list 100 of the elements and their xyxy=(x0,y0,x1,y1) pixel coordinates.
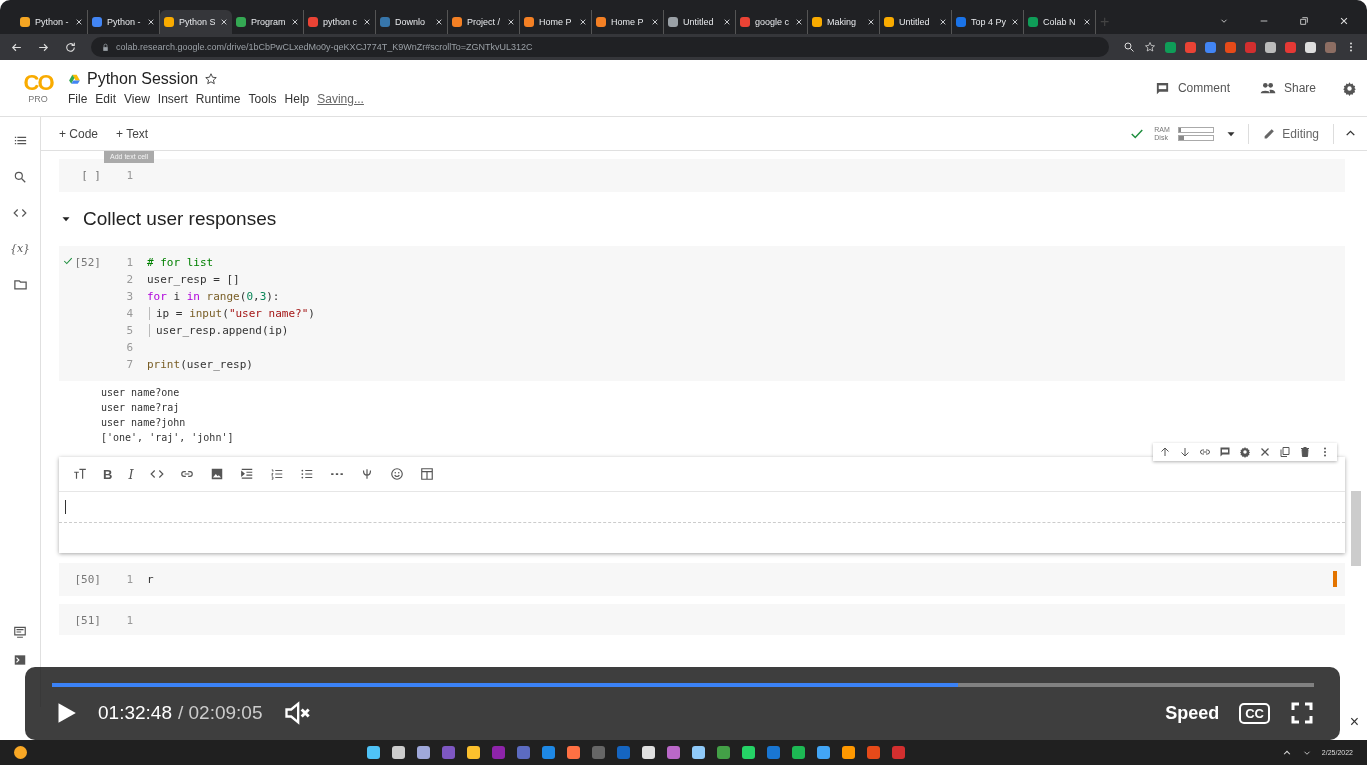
code-icon[interactable] xyxy=(13,206,27,220)
menu-item[interactable]: Edit xyxy=(95,92,117,106)
close-button[interactable]: × xyxy=(1349,713,1359,731)
code-line: ip = input("user name?") xyxy=(149,307,315,320)
execution-count[interactable]: [52] xyxy=(74,256,101,269)
snippet-icon[interactable] xyxy=(13,625,27,639)
share-button[interactable]: Share xyxy=(1255,76,1320,100)
settings-icon[interactable] xyxy=(1342,80,1357,96)
add-text-button[interactable]: + Text xyxy=(112,123,153,144)
star-icon[interactable] xyxy=(1144,41,1156,53)
layout-icon[interactable] xyxy=(419,467,434,481)
people-icon xyxy=(1259,80,1276,96)
app-icon[interactable] xyxy=(717,746,730,759)
menu-item[interactable]: Runtime xyxy=(195,92,241,106)
app-icon[interactable] xyxy=(642,746,655,759)
zoom-icon[interactable] xyxy=(1123,41,1135,53)
folder-icon[interactable] xyxy=(12,277,28,292)
captions-button[interactable]: CC xyxy=(1239,702,1270,724)
menu-item[interactable]: View xyxy=(124,92,150,106)
emoji-icon[interactable] xyxy=(389,467,404,481)
restore-icon[interactable] xyxy=(1299,16,1309,26)
text-cell-editor[interactable]: B I xyxy=(59,457,1345,553)
app-icon[interactable] xyxy=(417,746,430,759)
code-cell[interactable]: [51] 1 xyxy=(59,604,1345,635)
image-icon[interactable] xyxy=(209,467,224,481)
comment-icon[interactable] xyxy=(1219,446,1231,458)
line-number: 7 xyxy=(125,358,133,371)
text-input[interactable] xyxy=(59,491,1345,523)
save-status[interactable]: Saving... xyxy=(317,92,364,106)
app-icon[interactable] xyxy=(467,746,480,759)
app-icon[interactable] xyxy=(667,746,680,759)
comment-button[interactable]: Comment xyxy=(1150,76,1234,100)
code-cell[interactable]: [50] 1 r xyxy=(59,563,1345,596)
speed-button[interactable]: Speed xyxy=(1165,702,1220,724)
code-cell[interactable]: [ ] 1 xyxy=(59,159,1345,192)
terminal-icon[interactable] xyxy=(13,653,27,667)
bulleted-list-icon[interactable] xyxy=(299,467,314,481)
line-number: 5 xyxy=(125,324,133,337)
app-icon[interactable] xyxy=(867,746,880,759)
code-line: r xyxy=(147,573,154,586)
scrollbar-thumb[interactable] xyxy=(1351,491,1361,566)
app-icon[interactable] xyxy=(692,746,705,759)
settings-icon[interactable] xyxy=(1239,446,1251,458)
code-line: user_resp = [] xyxy=(147,273,240,286)
extension-icon[interactable] xyxy=(1305,41,1316,53)
code-icon[interactable] xyxy=(149,467,164,481)
code-cell[interactable]: [52] 1 # for list 2 user_resp = [] 3 for i in range(0,3): 4 ip = input("user name?") 5 user_resp.append(ip) 6 7 print(user_resp) xyxy=(59,246,1345,381)
star-icon[interactable] xyxy=(204,72,219,86)
link-icon[interactable] xyxy=(1199,446,1211,458)
drive-icon xyxy=(68,72,81,86)
code-line: print(user_resp) xyxy=(147,358,253,371)
app-icon[interactable] xyxy=(392,746,405,759)
variables-button[interactable]: {x} xyxy=(9,242,31,255)
italic-button[interactable]: I xyxy=(128,466,134,482)
close-icon[interactable] xyxy=(1259,446,1271,458)
app-icon[interactable] xyxy=(792,746,805,759)
menu-item[interactable]: File xyxy=(68,92,88,106)
execution-count[interactable]: [ ] xyxy=(81,169,101,182)
output-line: user name?raj xyxy=(101,401,181,415)
code-line: # for list xyxy=(147,256,214,269)
indent-icon[interactable] xyxy=(239,467,254,481)
menu-item[interactable]: Insert xyxy=(157,92,188,106)
up-arrow-icon[interactable] xyxy=(1159,446,1171,458)
numbered-list-icon[interactable] xyxy=(269,467,284,481)
app-icon[interactable] xyxy=(767,746,780,759)
reload-icon[interactable] xyxy=(64,40,77,54)
execution-count[interactable]: [50] xyxy=(74,573,101,586)
pencil-icon xyxy=(1263,127,1277,140)
weather-icon[interactable] xyxy=(14,746,27,759)
app-icon[interactable] xyxy=(367,746,380,759)
notebook-title[interactable]: Python Session xyxy=(87,70,199,88)
address-bar[interactable]: colab.research.google.com/drive/1bCbPwCLxedMo0y-qeKXCJ774T_K9WnZr#scrollTo=ZGNTkvUL312C xyxy=(91,37,1109,57)
line-number: 6 xyxy=(125,341,133,354)
code-line: user_resp.append(ip) xyxy=(149,324,289,337)
search-icon[interactable] xyxy=(13,170,27,184)
line-number: 1 xyxy=(125,614,133,627)
muted-speaker-icon[interactable] xyxy=(282,699,311,727)
browser-tab[interactable]: Python S xyxy=(160,10,232,34)
trash-icon[interactable] xyxy=(1299,446,1311,458)
plan-label: PRO xyxy=(28,94,48,104)
editing-button[interactable]: Editing xyxy=(1259,123,1323,144)
menu-item[interactable]: Tools xyxy=(248,92,277,106)
app-icon[interactable] xyxy=(817,746,830,759)
app-icon[interactable] xyxy=(742,746,755,759)
menu-item[interactable]: Help xyxy=(284,92,310,106)
app-icon[interactable] xyxy=(567,746,580,759)
app-icon[interactable] xyxy=(842,746,855,759)
current-time: 01:32:48 xyxy=(98,702,172,724)
text-size-icon[interactable] xyxy=(73,467,87,481)
bold-button[interactable]: B xyxy=(103,466,113,482)
app-icon[interactable] xyxy=(542,746,555,759)
output-line: user name?john xyxy=(101,416,187,430)
down-arrow-icon[interactable] xyxy=(1179,446,1191,458)
line-number: 2 xyxy=(125,273,133,286)
execution-count[interactable]: [51] xyxy=(74,614,101,627)
fullscreen-icon[interactable] xyxy=(1290,701,1314,725)
copy-icon[interactable] xyxy=(1279,446,1291,458)
extension-icon[interactable] xyxy=(1265,41,1276,53)
add-code-button[interactable]: + Code xyxy=(55,123,103,144)
output-line: user name?one xyxy=(101,386,181,400)
